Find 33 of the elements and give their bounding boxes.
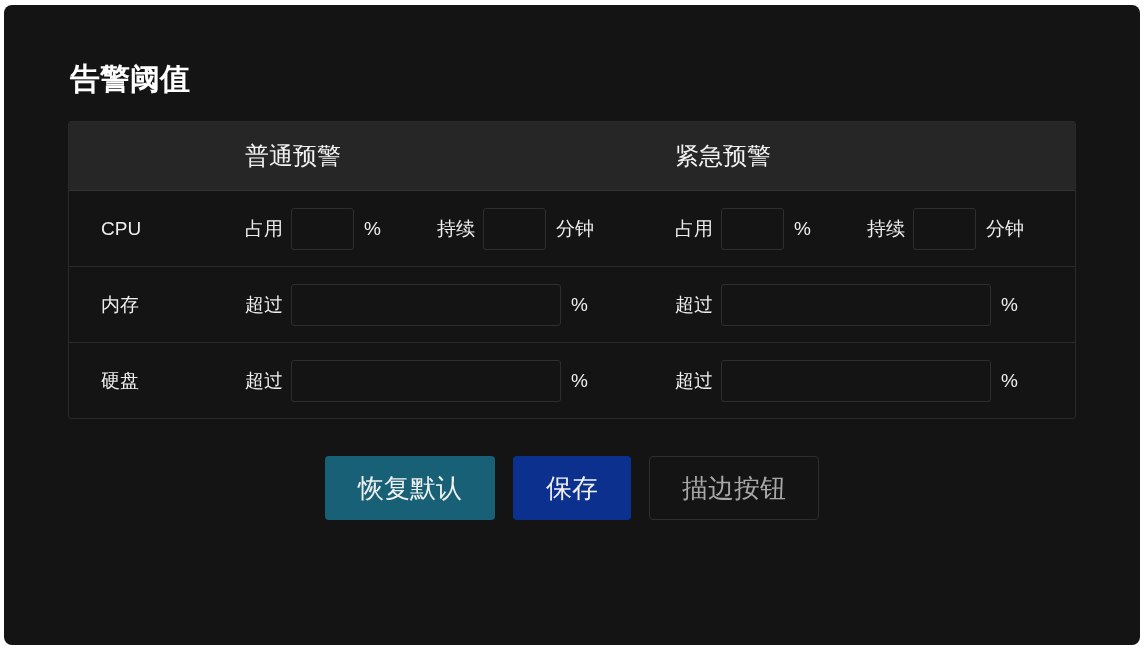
row-label: 硬盘 [101,369,139,391]
unit-label: % [1001,369,1018,392]
unit-label: % [571,293,588,316]
input-field[interactable] [291,207,354,250]
unit-label: % [364,217,381,240]
field-label: 占用 [675,216,713,241]
unit-label: % [1001,293,1018,316]
input-field[interactable] [291,359,561,402]
unit-label: 分钟 [555,216,594,241]
panel-title: 告警阈值 [70,61,190,97]
restore-defaults-button[interactable]: 恢复默认 [325,456,495,520]
field-label: 超过 [245,292,283,317]
input-field[interactable] [912,207,976,250]
row-label: 内存 [101,293,139,315]
input-field[interactable] [721,283,991,326]
column-header: 普通预警 [245,141,341,171]
unit-label: 分钟 [985,216,1024,241]
row-label: CPU [101,217,142,239]
field-label: 持续 [866,216,905,241]
field-label: 占用 [245,216,283,241]
field-label: 超过 [675,368,713,393]
input-field[interactable] [721,207,784,250]
unit-label: % [794,217,811,240]
outline-button[interactable]: 描边按钮 [649,456,819,520]
column-header: 紧急预警 [675,141,771,171]
field-label: 超过 [245,368,283,393]
input-field[interactable] [721,359,991,402]
field-label: 持续 [436,216,475,241]
input-field[interactable] [482,207,546,250]
input-field[interactable] [291,283,561,326]
save-button[interactable]: 保存 [513,456,631,520]
unit-label: % [571,369,588,392]
field-label: 超过 [675,292,713,317]
